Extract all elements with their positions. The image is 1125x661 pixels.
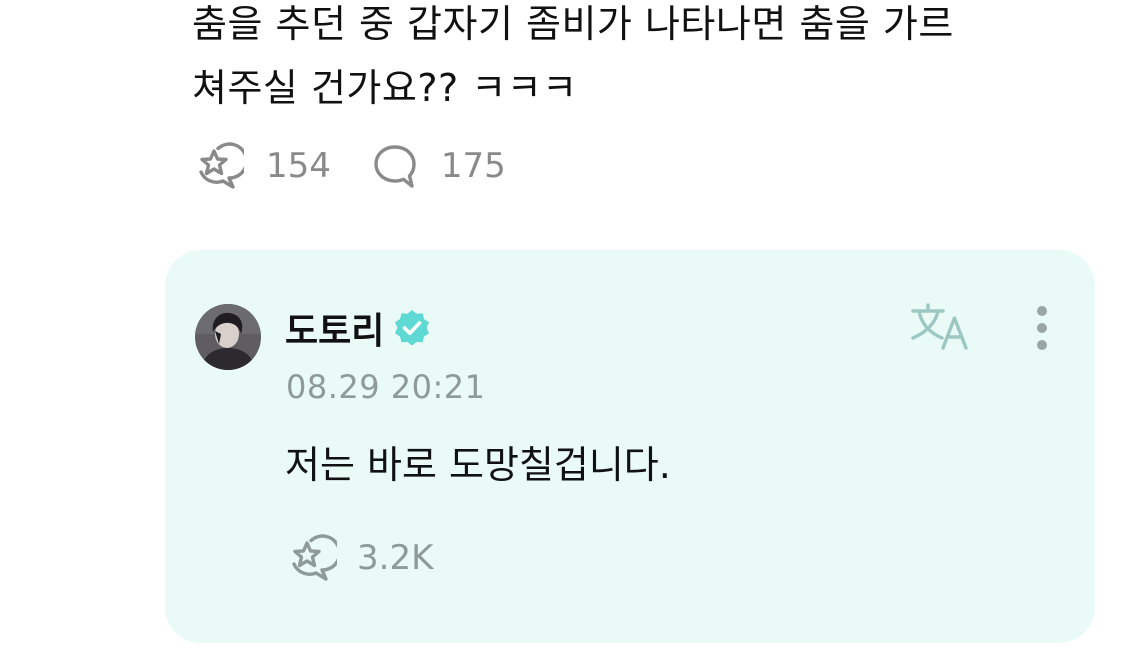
post-like-button[interactable]: 154 — [192, 142, 331, 190]
page: 춤을 추던 중 갑자기 좀비가 나타나면 춤을 가르 쳐주실 건가요?? ㅋㅋㅋ… — [0, 0, 1125, 661]
more-options-button[interactable] — [1027, 304, 1057, 356]
post-like-count: 154 — [266, 146, 331, 186]
reply-like-button[interactable]: 3.2K — [285, 534, 433, 582]
username-row: 도토리 — [285, 302, 432, 354]
post-comment-count: 175 — [440, 146, 506, 186]
reply-like-count: 3.2K — [357, 538, 434, 578]
reply-actions: 3.2K — [285, 534, 433, 582]
translate-button[interactable] — [910, 302, 974, 354]
post-actions: 154 175 — [192, 142, 506, 190]
like-icon — [199, 142, 244, 189]
more-vertical-icon — [1037, 306, 1047, 350]
comment-icon — [374, 145, 416, 188]
translate-icon — [911, 303, 968, 350]
reply-text: 저는 바로 도망칠겁니다. — [285, 443, 671, 487]
timestamp: 08.29 20:21 — [286, 368, 486, 406]
post-text: 춤을 추던 중 갑자기 좀비가 나타나면 춤을 가르 쳐주실 건가요?? ㅋㅋㅋ — [192, 2, 954, 110]
avatar[interactable] — [195, 304, 261, 370]
reply-card: 도토리 08.29 20:21 저는 바로 도망칠겁니다. 3.2K — [165, 250, 1095, 643]
verified-badge-icon — [395, 310, 430, 346]
like-icon — [292, 534, 337, 581]
post-comment-button[interactable]: 175 — [371, 142, 506, 190]
avatar-image — [195, 304, 261, 370]
username[interactable]: 도토리 — [285, 302, 384, 354]
